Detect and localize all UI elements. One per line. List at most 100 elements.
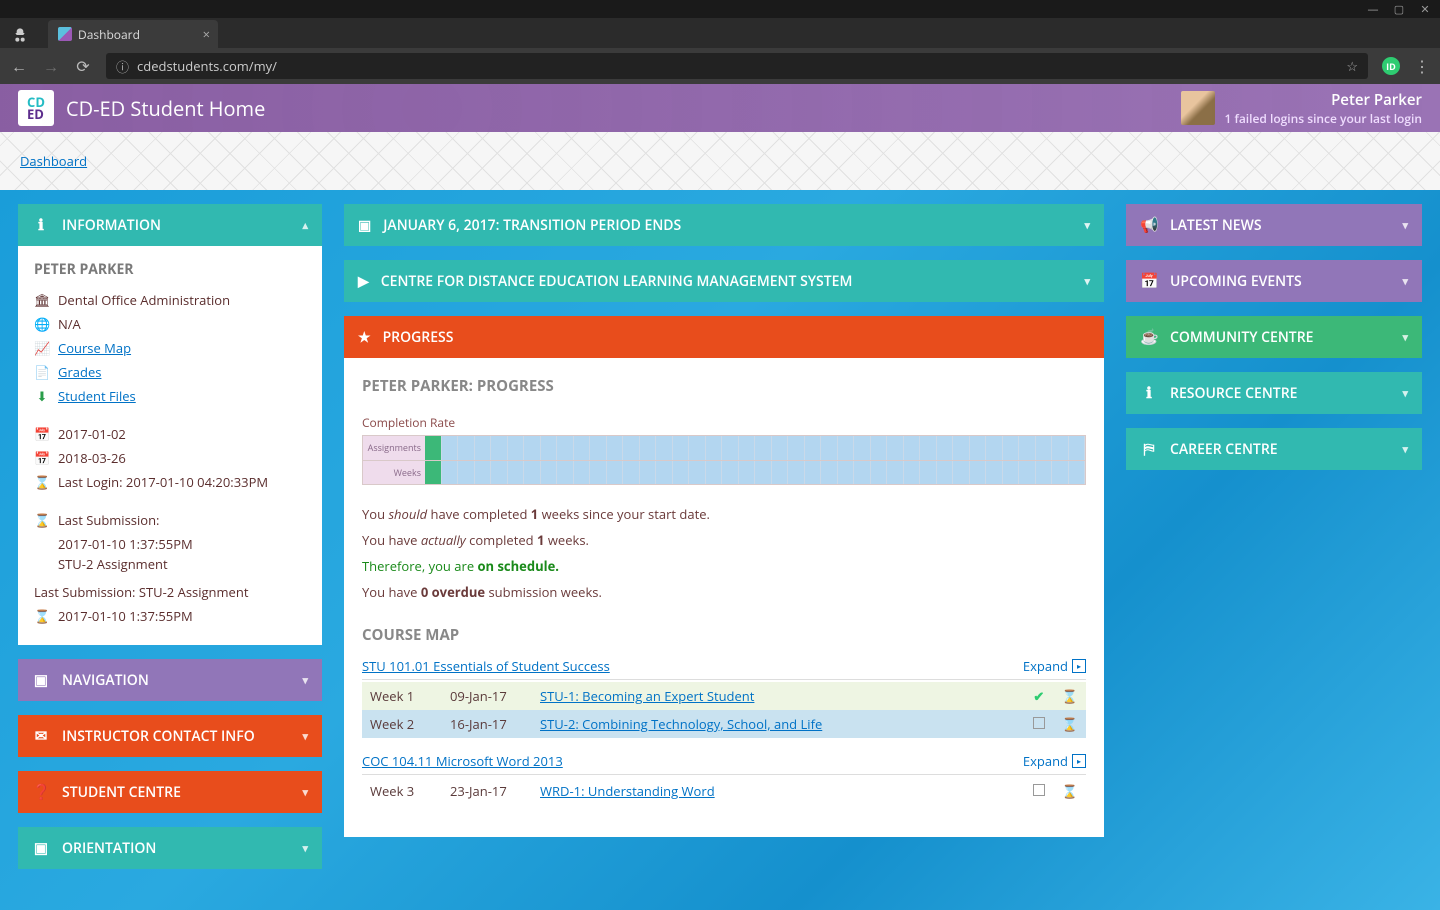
forward-button: → xyxy=(42,55,60,77)
chevron-down-icon: ▾ xyxy=(302,673,308,688)
bullhorn-icon: 📢 xyxy=(1140,215,1158,235)
panel-progress-header[interactable]: ★ PROGRESS xyxy=(344,316,1104,358)
hourglass-icon: ⌛ xyxy=(1062,687,1078,705)
sitemap-icon: ▣ xyxy=(358,216,371,235)
bookmark-star-icon[interactable]: ☆ xyxy=(1346,57,1358,75)
panel-career-header[interactable]: ⛿ CAREER CENTRE ▾ xyxy=(1126,428,1422,470)
info-icon: ℹ xyxy=(1140,383,1158,403)
question-icon: ❓ xyxy=(32,782,50,802)
chevron-down-icon: ▾ xyxy=(1402,386,1408,401)
assignment-link[interactable]: WRD-1: Understanding Word xyxy=(540,782,715,800)
file-icon: 📄 xyxy=(34,363,50,381)
envelope-icon: ✉ xyxy=(32,726,50,746)
hourglass-icon: ⌛ xyxy=(34,511,50,529)
panel-resource-header[interactable]: ℹ RESOURCE CENTRE ▾ xyxy=(1126,372,1422,414)
window-titlebar: — ▢ ✕ xyxy=(0,0,1440,18)
course-link[interactable]: COC 104.11 Microsoft Word 2013 xyxy=(362,752,563,770)
calendar-icon: 📅 xyxy=(34,425,50,443)
url-text: cdedstudents.com/my/ xyxy=(137,57,277,75)
site-logo[interactable]: CDED xyxy=(18,90,54,126)
play-icon: ▶ xyxy=(358,272,369,291)
user-menu[interactable]: Peter Parker 1 failed logins since your … xyxy=(1181,90,1423,127)
sitemap-icon: ▣ xyxy=(32,670,50,690)
chevron-down-icon: ▾ xyxy=(1402,442,1408,457)
checkbox-icon xyxy=(1033,784,1045,796)
hourglass-icon: ⌛ xyxy=(34,607,50,625)
address-bar[interactable]: ⓘ cdedstudents.com/my/ ☆ xyxy=(106,53,1368,79)
table-row: Week 216-Jan-17STU-2: Combining Technolo… xyxy=(362,710,1086,738)
chevron-down-icon: ▾ xyxy=(302,785,308,800)
sitemap-icon: ▣ xyxy=(32,838,50,858)
incognito-icon xyxy=(12,24,28,43)
site-info-icon[interactable]: ⓘ xyxy=(116,57,129,76)
coffee-icon: ☕ xyxy=(1140,327,1158,347)
chevron-down-icon: ▾ xyxy=(1402,218,1408,233)
site-topbar: CDED CD-ED Student Home Peter Parker 1 f… xyxy=(0,84,1440,132)
panel-student-centre-header[interactable]: ❓ STUDENT CENTRE ▾ xyxy=(18,771,322,813)
course-map-heading: COURSE MAP xyxy=(362,625,1086,645)
panel-information-header[interactable]: ℹ INFORMATION ▴ xyxy=(18,204,322,246)
assignment-link[interactable]: STU-2: Combining Technology, School, and… xyxy=(540,715,822,733)
completion-chart: Assignments Weeks xyxy=(362,435,1086,485)
expand-button[interactable]: Expand ▸ xyxy=(1023,752,1086,770)
panel-upcoming-header[interactable]: 📅 UPCOMING EVENTS ▾ xyxy=(1126,260,1422,302)
chevron-up-icon: ▴ xyxy=(302,218,308,233)
course-link[interactable]: STU 101.01 Essentials of Student Success xyxy=(362,657,610,675)
lms-bar[interactable]: ▶ CENTRE FOR DISTANCE EDUCATION LEARNING… xyxy=(344,260,1104,302)
avatar xyxy=(1181,91,1215,125)
back-button[interactable]: ← xyxy=(10,55,28,77)
panel-information: ℹ INFORMATION ▴ PETER PARKER 🏛Dental Off… xyxy=(18,204,322,645)
link-course-map[interactable]: Course Map xyxy=(58,339,131,357)
chevron-down-icon: ▾ xyxy=(302,841,308,856)
window-close-icon[interactable]: ✕ xyxy=(1418,2,1432,17)
breadcrumb: Dashboard xyxy=(0,132,1440,190)
tab-close-icon[interactable]: × xyxy=(203,25,210,43)
student-name: PETER PARKER xyxy=(34,260,306,279)
browser-tab-strip: Dashboard × xyxy=(0,18,1440,48)
tab-favicon xyxy=(58,27,72,41)
signpost-icon: ⛿ xyxy=(1140,439,1158,459)
announcement-bar[interactable]: ▣ JANUARY 6, 2017: TRANSITION PERIOD END… xyxy=(344,204,1104,246)
panel-progress-body: PETER PARKER: PROGRESS Completion Rate A… xyxy=(344,358,1104,837)
download-icon: ⬇ xyxy=(34,387,50,405)
progress-heading: PETER PARKER: PROGRESS xyxy=(362,376,1086,396)
link-student-files[interactable]: Student Files xyxy=(58,387,136,405)
info-icon: ℹ xyxy=(32,215,50,235)
chevron-down-icon: ▾ xyxy=(1402,330,1408,345)
browser-menu-icon[interactable]: ⋮ xyxy=(1414,55,1430,77)
window-minimize-icon[interactable]: — xyxy=(1366,2,1380,17)
chart-icon: 📈 xyxy=(34,339,50,357)
star-icon: ★ xyxy=(358,328,371,347)
login-warning: 1 failed logins since your last login xyxy=(1225,110,1423,127)
hourglass-icon: ⌛ xyxy=(34,473,50,491)
panel-latest-news-header[interactable]: 📢 LATEST NEWS ▾ xyxy=(1126,204,1422,246)
tab-title: Dashboard xyxy=(78,26,140,43)
browser-toolbar: ← → ⟳ ⓘ cdedstudents.com/my/ ☆ ID ⋮ xyxy=(0,48,1440,84)
hourglass-icon: ⌛ xyxy=(1062,715,1078,733)
chevron-down-icon: ▾ xyxy=(1402,274,1408,289)
hourglass-icon: ⌛ xyxy=(1062,782,1078,800)
table-row: Week 109-Jan-17STU-1: Becoming an Expert… xyxy=(362,682,1086,710)
extension-icon[interactable]: ID xyxy=(1382,57,1400,75)
assignment-link[interactable]: STU-1: Becoming an Expert Student xyxy=(540,687,754,705)
panel-orientation-header[interactable]: ▣ ORIENTATION ▾ xyxy=(18,827,322,869)
chevron-down-icon: ▾ xyxy=(1084,274,1090,289)
panel-community-header[interactable]: ☕ COMMUNITY CENTRE ▾ xyxy=(1126,316,1422,358)
check-icon: ✔ xyxy=(1033,687,1044,705)
table-row: Week 323-Jan-17WRD-1: Understanding Word… xyxy=(362,777,1086,805)
progress-text: You should have completed 1 weeks since … xyxy=(362,505,1086,523)
browser-tab[interactable]: Dashboard × xyxy=(48,20,218,48)
panel-instructor-header[interactable]: ✉ INSTRUCTOR CONTACT INFO ▾ xyxy=(18,715,322,757)
globe-icon: 🌐 xyxy=(34,315,50,333)
expand-button[interactable]: Expand ▸ xyxy=(1023,657,1086,675)
panel-navigation-header[interactable]: ▣ NAVIGATION ▾ xyxy=(18,659,322,701)
reload-button[interactable]: ⟳ xyxy=(74,55,92,77)
chevron-down-icon: ▾ xyxy=(1084,218,1090,233)
calendar-icon: 📅 xyxy=(34,449,50,467)
link-grades[interactable]: Grades xyxy=(58,363,101,381)
panel-progress: ★ PROGRESS PETER PARKER: PROGRESS Comple… xyxy=(344,316,1104,837)
chevron-down-icon: ▾ xyxy=(302,729,308,744)
window-maximize-icon[interactable]: ▢ xyxy=(1392,2,1406,17)
breadcrumb-dashboard[interactable]: Dashboard xyxy=(20,152,87,170)
institution-icon: 🏛 xyxy=(34,291,50,309)
